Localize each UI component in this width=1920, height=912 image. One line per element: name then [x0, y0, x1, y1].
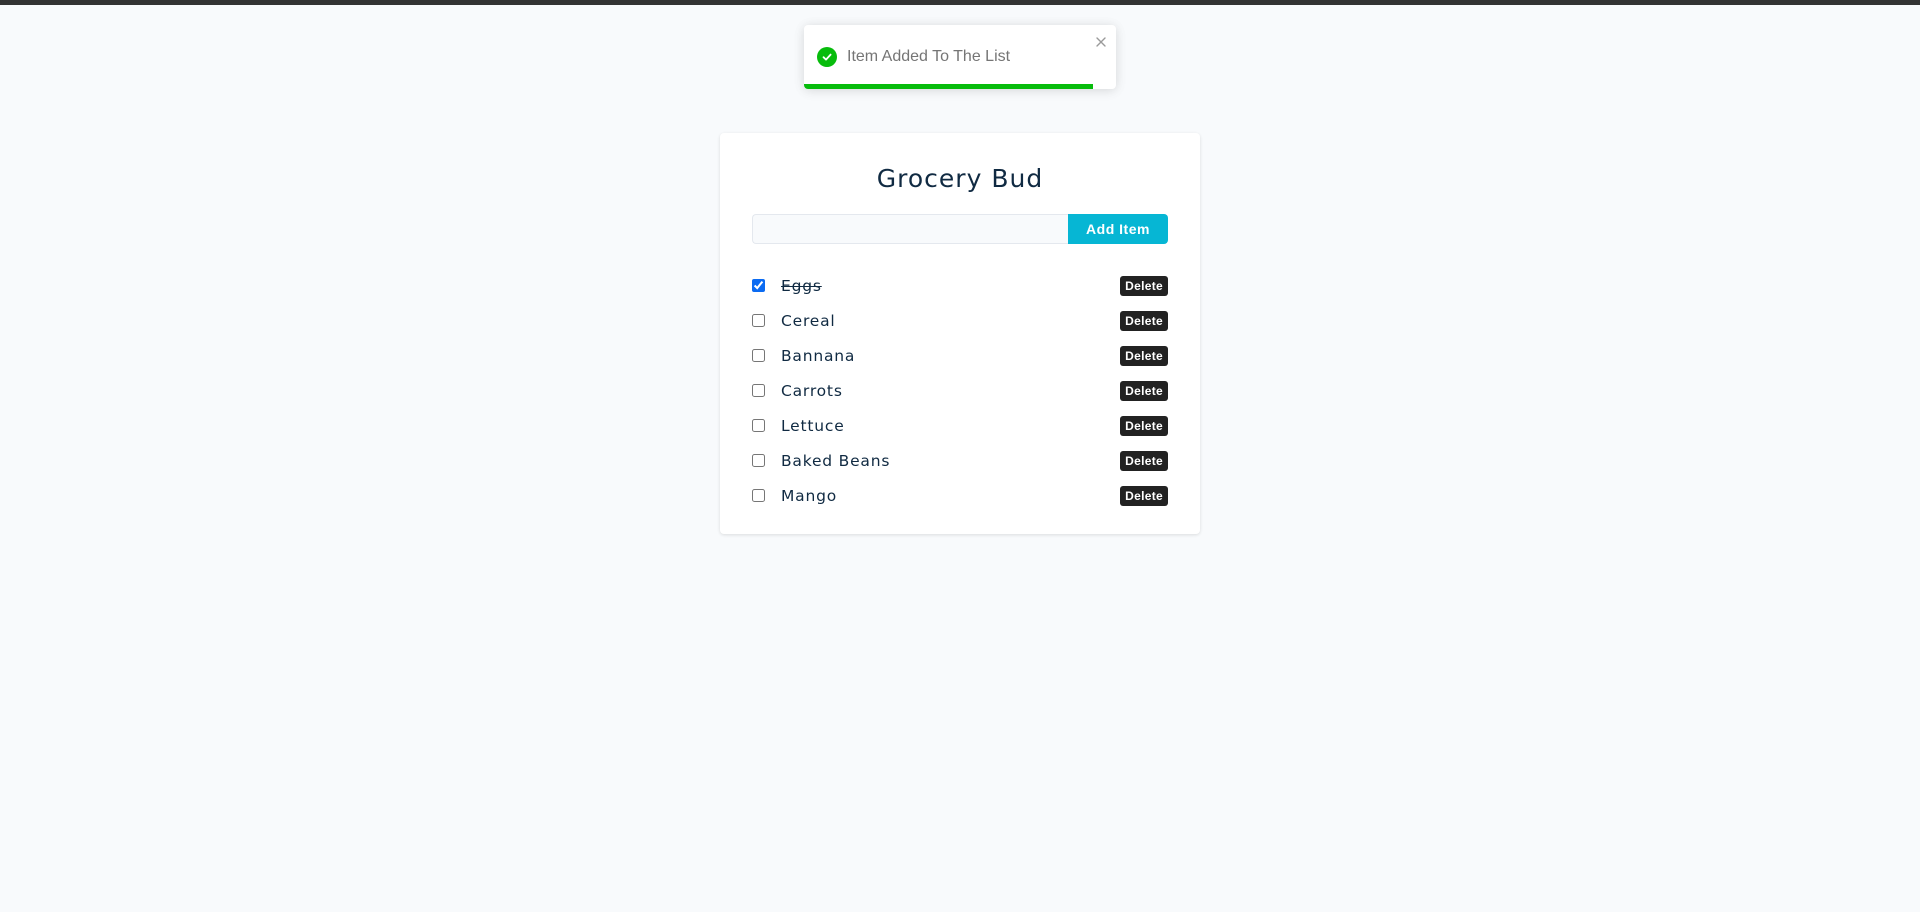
delete-button[interactable]: Delete	[1120, 485, 1168, 506]
grocery-list: Eggs Delete Cereal Delete Bannana Delete Carro…	[752, 268, 1168, 513]
delete-button[interactable]: Delete	[1120, 345, 1168, 366]
list-item: Mango Delete	[752, 478, 1168, 513]
delete-button[interactable]: Delete	[1120, 310, 1168, 331]
item-name: Eggs	[781, 276, 822, 295]
delete-button[interactable]: Delete	[1120, 450, 1168, 471]
browser-top-strip	[0, 0, 1920, 5]
toast-notification: Item Added To The List	[804, 25, 1116, 89]
item-name: Bannana	[781, 346, 856, 365]
grocery-card: Grocery Bud Add Item Eggs Delete Cereal Del…	[720, 133, 1200, 534]
item-checkbox[interactable]	[752, 454, 765, 467]
list-item: Cereal Delete	[752, 303, 1168, 338]
delete-button[interactable]: Delete	[1120, 275, 1168, 296]
list-item: Eggs Delete	[752, 268, 1168, 303]
toast-progress-track	[804, 84, 1116, 89]
delete-button[interactable]: Delete	[1120, 415, 1168, 436]
add-item-form: Add Item	[752, 214, 1168, 244]
list-item: Baked Beans Delete	[752, 443, 1168, 478]
item-name: Lettuce	[781, 416, 845, 435]
toast-progress-bar	[804, 84, 1093, 89]
item-checkbox[interactable]	[752, 279, 765, 292]
toast-message: Item Added To The List	[847, 48, 1011, 65]
close-icon[interactable]	[1094, 34, 1108, 48]
list-item: Bannana Delete	[752, 338, 1168, 373]
check-circle-icon	[817, 47, 837, 67]
item-checkbox[interactable]	[752, 489, 765, 502]
item-checkbox[interactable]	[752, 349, 765, 362]
item-name: Carrots	[781, 381, 843, 400]
list-item: Carrots Delete	[752, 373, 1168, 408]
item-checkbox[interactable]	[752, 314, 765, 327]
item-name: Cereal	[781, 311, 836, 330]
item-checkbox[interactable]	[752, 384, 765, 397]
list-item: Lettuce Delete	[752, 408, 1168, 443]
page-title: Grocery Bud	[876, 164, 1044, 193]
item-checkbox[interactable]	[752, 419, 765, 432]
add-item-button[interactable]: Add Item	[1068, 214, 1168, 244]
item-name: Mango	[781, 486, 838, 505]
item-name: Baked Beans	[781, 451, 891, 470]
delete-button[interactable]: Delete	[1120, 380, 1168, 401]
item-input[interactable]	[752, 214, 1068, 244]
